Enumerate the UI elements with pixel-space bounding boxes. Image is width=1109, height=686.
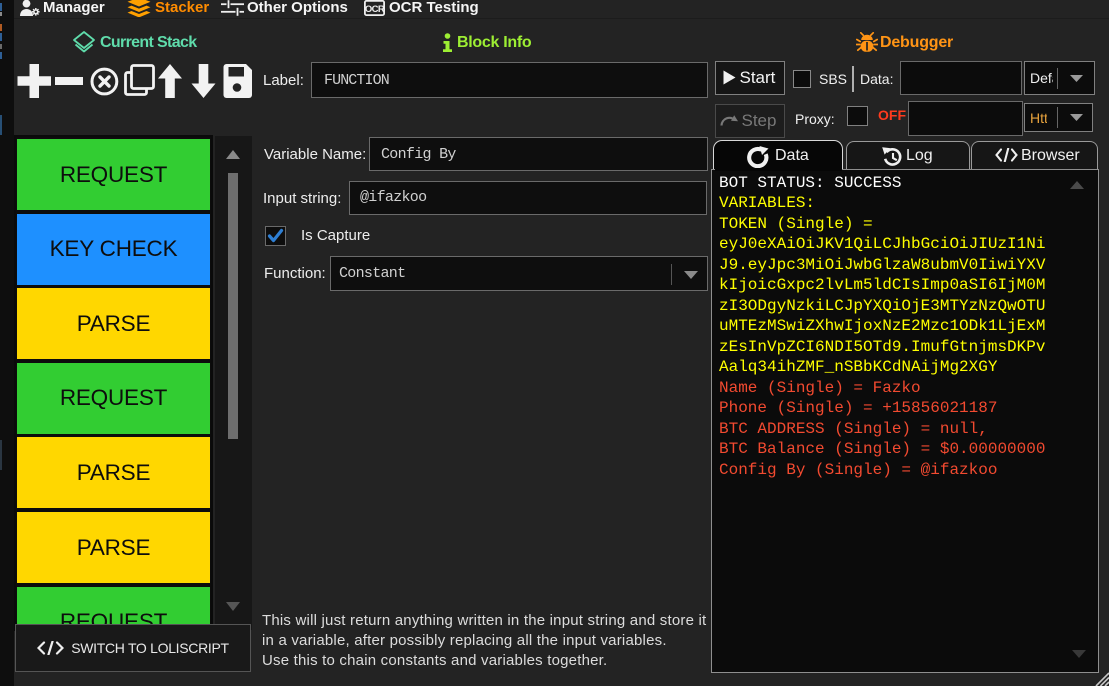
svg-text:OCR: OCR <box>365 4 385 15</box>
